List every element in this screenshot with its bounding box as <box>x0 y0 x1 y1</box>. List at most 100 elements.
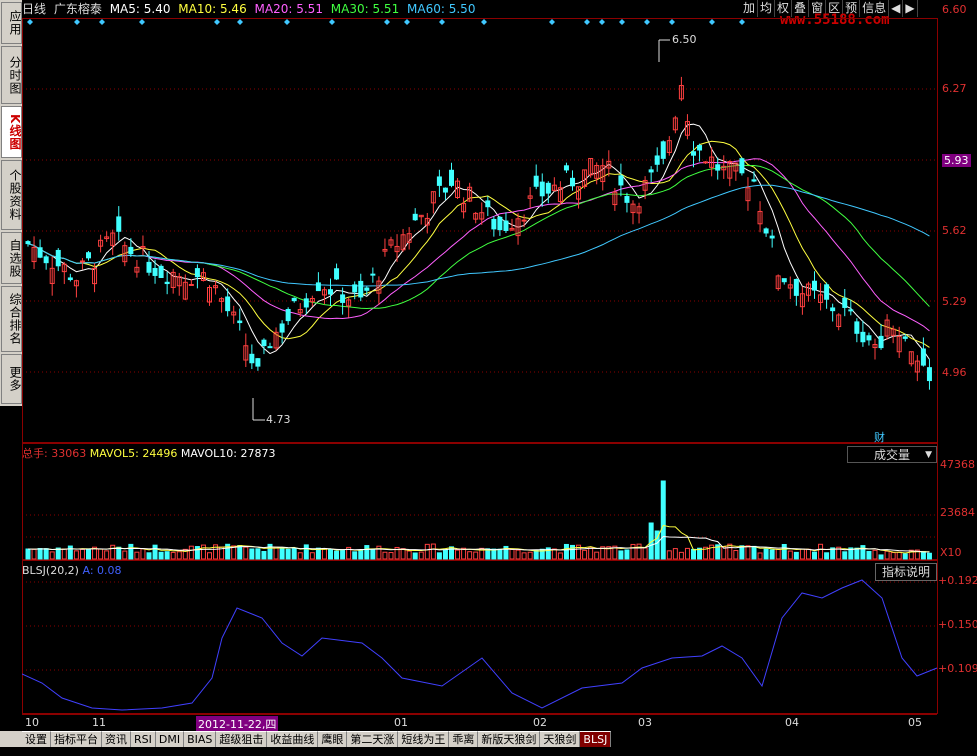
sidebar-tab-watchlist[interactable]: 自选股 <box>1 232 22 284</box>
tab-eagle-eye[interactable]: 鹰眼 <box>318 731 348 747</box>
volume-indicator-dropdown[interactable]: 成交量 ▼ <box>847 446 937 463</box>
volume-bar <box>473 551 479 560</box>
candle-body <box>485 200 491 208</box>
volume-bar <box>793 551 799 560</box>
candle-body <box>146 261 152 273</box>
volume-bar <box>557 552 563 560</box>
price-axis-label: 6.60 <box>942 3 967 16</box>
candle-body <box>291 297 297 302</box>
tab-second-day-rise[interactable]: 第二天涨 <box>347 731 399 747</box>
volume-bar <box>334 550 340 560</box>
tab-new-sirius-sword[interactable]: 新版天狼剑 <box>478 731 541 747</box>
volume-bar <box>642 547 648 560</box>
current-price-label: 5.93 <box>942 154 971 167</box>
price-axis-label: 5.62 <box>942 224 967 237</box>
candle-body <box>926 367 932 382</box>
date-tick: 11 <box>92 716 106 729</box>
volume-bar <box>37 548 43 560</box>
volume-bar <box>799 548 805 560</box>
tab-rsi[interactable]: RSI <box>131 731 156 747</box>
candle-body <box>164 281 170 285</box>
sidebar-tab-more[interactable]: 更多 <box>1 354 22 404</box>
volume-bar <box>140 548 146 560</box>
tab-deviation[interactable]: 乖离 <box>449 731 479 747</box>
signal-diamond <box>27 19 33 25</box>
volume-bar <box>188 545 194 560</box>
candle-body <box>654 155 660 165</box>
tab-sirius-sword[interactable]: 天狼剑 <box>540 731 581 747</box>
candle-body <box>237 320 243 324</box>
volume-bar <box>110 544 116 560</box>
tab-dmi[interactable]: DMI <box>155 731 185 747</box>
volume-bar <box>739 545 745 560</box>
tab-short-term-king[interactable]: 短线为王 <box>398 731 450 747</box>
volume-bar <box>551 548 557 560</box>
volume-bar <box>781 543 787 560</box>
volume-bar <box>805 548 811 560</box>
indicator-help-button[interactable]: 指标说明 <box>875 563 937 581</box>
volume-bar <box>328 549 333 560</box>
sidebar-tab-profile[interactable]: 个股资料 <box>1 160 22 230</box>
candle-body <box>618 175 624 186</box>
candle-body <box>624 196 630 203</box>
candle-body <box>763 228 769 234</box>
volume-ma-lines <box>27 524 930 554</box>
tool-prev[interactable]: ◀ <box>889 0 904 17</box>
sidebar-tab-ranking[interactable]: 综合排名 <box>1 286 22 352</box>
sidebar-tab-kline[interactable]: K线图 <box>1 106 22 158</box>
candle-body <box>43 256 49 264</box>
signal-diamond <box>584 19 590 25</box>
candle-body <box>854 321 860 334</box>
volume-bar <box>636 543 642 560</box>
candle-body <box>370 273 376 276</box>
candle-body <box>812 280 817 291</box>
tab-bias[interactable]: BIAS <box>184 731 217 747</box>
volume-bar <box>249 548 255 560</box>
kline-chart-area[interactable] <box>22 18 977 714</box>
date-tick: 10 <box>25 716 39 729</box>
ma30-value: MA30: 5.51 <box>330 2 400 16</box>
sidebar-tab-intraday[interactable]: 分时图 <box>1 46 22 104</box>
status-bar <box>0 748 977 756</box>
candle-body <box>545 182 551 194</box>
finance-badge[interactable]: 财 <box>874 429 885 445</box>
sidebar-tab-app[interactable]: 应用 <box>1 2 22 44</box>
tab-indicator-platform[interactable]: 指标平台 <box>51 731 102 747</box>
volume-bar <box>279 547 285 560</box>
volume-bar <box>207 552 212 560</box>
volume-bar <box>86 548 91 560</box>
volume-bar <box>624 549 630 560</box>
tab-profit-curve[interactable]: 收益曲线 <box>267 731 319 747</box>
volume-bar <box>98 548 104 560</box>
volume-bar <box>787 550 793 560</box>
tab-super-snipe[interactable]: 超级狙击 <box>216 731 268 747</box>
ma5-line <box>27 123 930 360</box>
ma5-value: MA5: 5.40 <box>109 2 171 16</box>
indicator-panel-border <box>22 560 938 714</box>
tool-add[interactable]: 加 <box>741 0 759 17</box>
volume-bar <box>436 552 442 560</box>
volume-bar <box>588 547 594 560</box>
volume-bar <box>890 552 896 560</box>
candle-body <box>497 216 503 231</box>
volume-bars <box>25 480 932 560</box>
candle-body <box>521 219 527 222</box>
tab-news[interactable]: 资讯 <box>102 731 131 747</box>
chart-grid <box>22 18 938 714</box>
candle-body <box>158 265 164 278</box>
tab-blsj[interactable]: BLSJ <box>580 731 612 747</box>
signal-diamond <box>329 19 335 25</box>
indicator-tabbar: 设置 指标平台 资讯 RSI DMI BIAS 超级狙击 收益曲线 鹰眼 第二天… <box>22 731 612 747</box>
candle-body <box>842 297 848 308</box>
candle-body <box>340 294 346 303</box>
volume-bar <box>630 543 636 560</box>
blsj-indicator-line <box>22 579 938 711</box>
tool-next[interactable]: ▶ <box>903 0 918 17</box>
volume-axis-label: 47368 <box>940 458 975 471</box>
candle-body <box>188 283 194 286</box>
candle-body <box>225 296 231 312</box>
candle-body <box>412 213 418 221</box>
tool-average[interactable]: 均 <box>758 0 776 17</box>
tab-settings[interactable]: 设置 <box>22 731 51 747</box>
volume-bar <box>73 550 79 560</box>
